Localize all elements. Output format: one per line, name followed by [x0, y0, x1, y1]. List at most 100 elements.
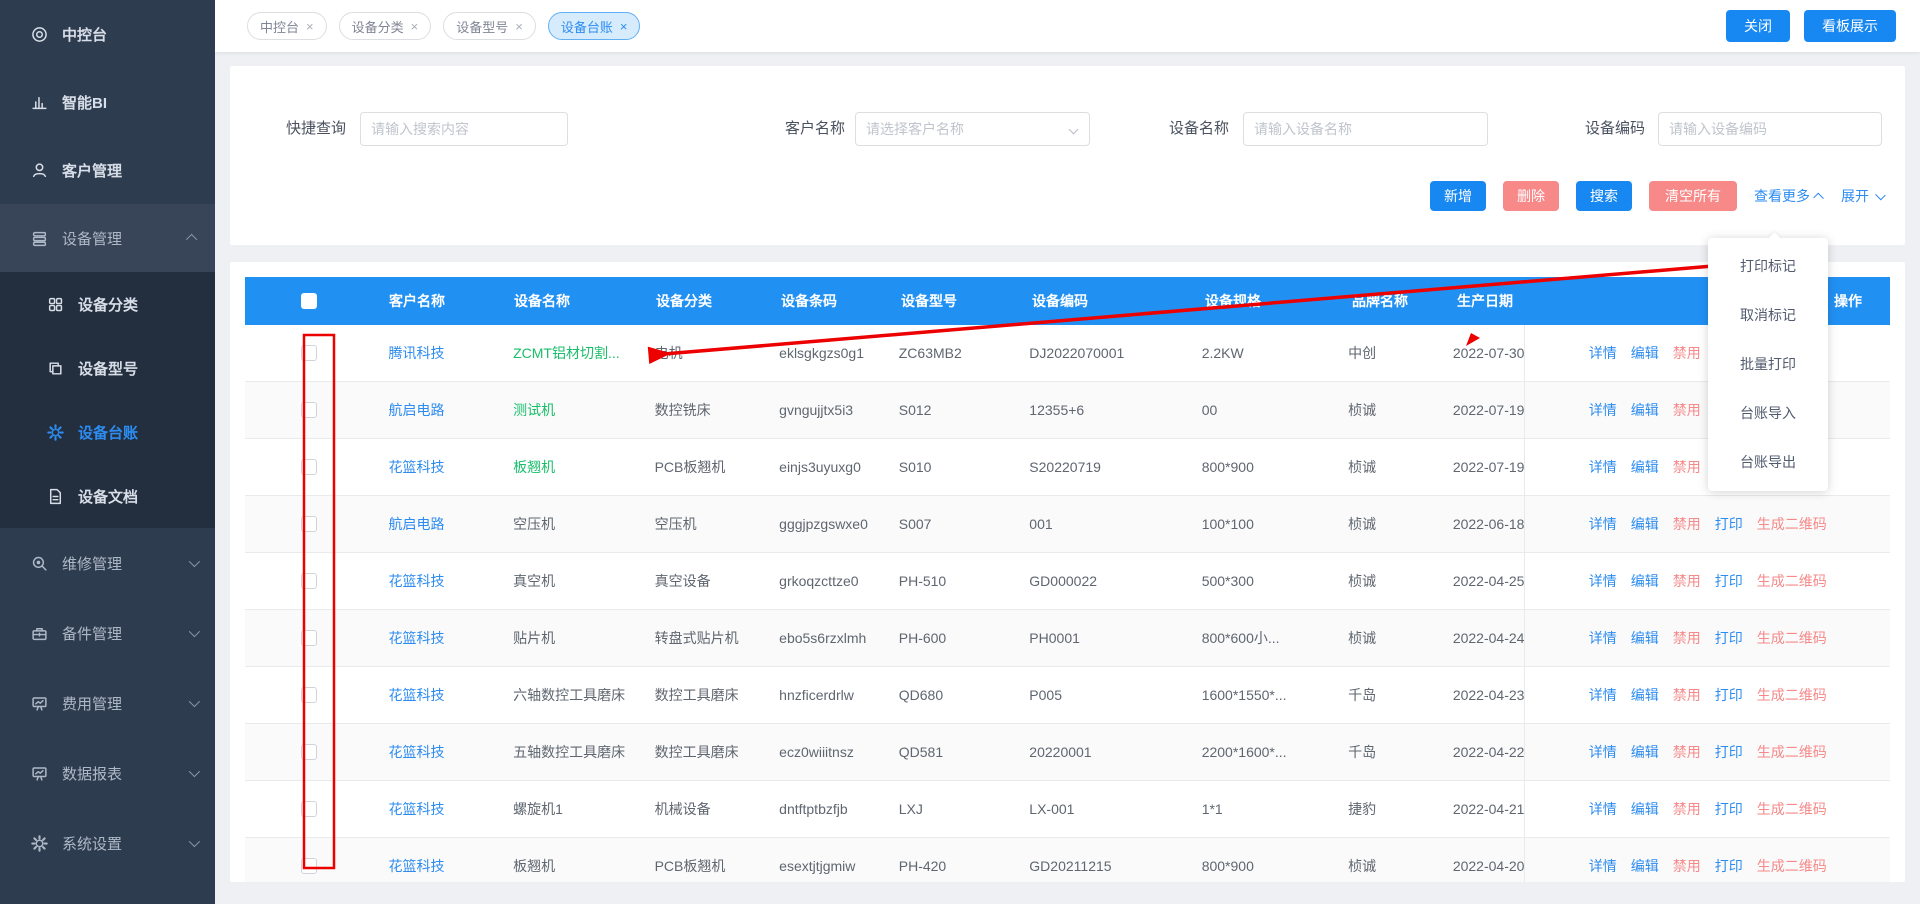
- row-action-禁用[interactable]: 禁用: [1673, 799, 1701, 819]
- customer-name-select[interactable]: 请选择客户名称: [855, 112, 1090, 146]
- row-action-打印[interactable]: 打印: [1715, 685, 1743, 705]
- device-name-input[interactable]: [1243, 112, 1488, 146]
- delete-button[interactable]: 删除: [1503, 181, 1559, 211]
- sidebar-item-repair[interactable]: 维修管理: [0, 528, 215, 598]
- row-action-编辑[interactable]: 编辑: [1631, 571, 1659, 591]
- tab-设备分类[interactable]: 设备分类×: [339, 12, 432, 40]
- expand-link[interactable]: 展开: [1841, 186, 1883, 206]
- dropdown-item-打印标记[interactable]: 打印标记: [1708, 242, 1828, 291]
- column-header[interactable]: 生产日期: [1441, 291, 1523, 311]
- customer-name-link[interactable]: 花篮科技: [389, 687, 445, 703]
- row-checkbox[interactable]: [301, 630, 317, 646]
- row-action-生成二维码[interactable]: 生成二维码: [1757, 856, 1827, 876]
- row-action-编辑[interactable]: 编辑: [1631, 856, 1659, 876]
- close-button[interactable]: 关闭: [1726, 10, 1790, 42]
- tab-设备型号[interactable]: 设备型号×: [443, 12, 536, 40]
- select-all-checkbox[interactable]: [301, 293, 317, 309]
- sidebar-subitem-document[interactable]: 设备文档: [0, 464, 215, 528]
- dropdown-item-台账导入[interactable]: 台账导入: [1708, 389, 1828, 438]
- search-button[interactable]: 搜索: [1576, 181, 1632, 211]
- tab-设备台账[interactable]: 设备台账×: [548, 12, 641, 40]
- sidebar-item-bi-chart[interactable]: 智能BI: [0, 68, 215, 136]
- close-icon[interactable]: ×: [306, 20, 314, 33]
- row-checkbox[interactable]: [301, 744, 317, 760]
- row-action-生成二维码[interactable]: 生成二维码: [1757, 628, 1827, 648]
- sidebar-subitem-grid[interactable]: 设备分类: [0, 272, 215, 336]
- quick-search-input[interactable]: [360, 112, 568, 146]
- row-action-生成二维码[interactable]: 生成二维码: [1757, 514, 1827, 534]
- close-icon[interactable]: ×: [411, 20, 419, 33]
- row-checkbox[interactable]: [301, 858, 317, 874]
- close-icon[interactable]: ×: [515, 20, 523, 33]
- row-checkbox[interactable]: [301, 402, 317, 418]
- row-action-打印[interactable]: 打印: [1715, 799, 1743, 819]
- customer-name-link[interactable]: 航启电路: [389, 516, 445, 532]
- customer-name-link[interactable]: 航启电路: [389, 402, 445, 418]
- row-action-编辑[interactable]: 编辑: [1631, 514, 1659, 534]
- customer-name-link[interactable]: 花篮科技: [389, 801, 445, 817]
- row-action-生成二维码[interactable]: 生成二维码: [1757, 799, 1827, 819]
- sidebar-item-console[interactable]: 中控台: [0, 0, 215, 68]
- sidebar-item-spare[interactable]: 备件管理: [0, 598, 215, 668]
- row-action-生成二维码[interactable]: 生成二维码: [1757, 685, 1827, 705]
- close-icon[interactable]: ×: [620, 20, 628, 33]
- sidebar-item-settings[interactable]: 系统设置: [0, 808, 215, 878]
- row-action-打印[interactable]: 打印: [1715, 628, 1743, 648]
- row-action-编辑[interactable]: 编辑: [1631, 343, 1659, 363]
- row-action-打印[interactable]: 打印: [1715, 571, 1743, 591]
- row-action-详情[interactable]: 详情: [1589, 343, 1617, 363]
- row-action-详情[interactable]: 详情: [1589, 457, 1617, 477]
- column-header[interactable]: 设备分类: [640, 291, 765, 311]
- sidebar-subitem-gear[interactable]: 设备台账: [0, 400, 215, 464]
- row-checkbox[interactable]: [301, 345, 317, 361]
- column-header[interactable]: 客户名称: [373, 291, 498, 311]
- row-action-编辑[interactable]: 编辑: [1631, 799, 1659, 819]
- row-action-禁用[interactable]: 禁用: [1673, 514, 1701, 534]
- row-action-禁用[interactable]: 禁用: [1673, 628, 1701, 648]
- sidebar-item-device[interactable]: 设备管理: [0, 204, 215, 272]
- column-header[interactable]: 设备名称: [498, 291, 640, 311]
- device-code-input[interactable]: [1658, 112, 1882, 146]
- row-action-禁用[interactable]: 禁用: [1673, 400, 1701, 420]
- row-action-禁用[interactable]: 禁用: [1673, 742, 1701, 762]
- row-action-生成二维码[interactable]: 生成二维码: [1757, 571, 1827, 591]
- row-action-禁用[interactable]: 禁用: [1673, 571, 1701, 591]
- row-checkbox[interactable]: [301, 687, 317, 703]
- customer-name-link[interactable]: 花篮科技: [389, 459, 445, 475]
- customer-name-link[interactable]: 花篮科技: [389, 858, 445, 874]
- customer-name-link[interactable]: 花篮科技: [389, 744, 445, 760]
- row-action-详情[interactable]: 详情: [1589, 571, 1617, 591]
- column-header[interactable]: 品牌名称: [1336, 291, 1441, 311]
- row-checkbox[interactable]: [301, 516, 317, 532]
- row-action-打印[interactable]: 打印: [1715, 514, 1743, 534]
- row-action-生成二维码[interactable]: 生成二维码: [1757, 742, 1827, 762]
- column-header[interactable]: 设备编码: [1016, 291, 1189, 311]
- row-action-编辑[interactable]: 编辑: [1631, 457, 1659, 477]
- dropdown-item-台账导出[interactable]: 台账导出: [1708, 438, 1828, 487]
- row-action-禁用[interactable]: 禁用: [1673, 856, 1701, 876]
- row-action-详情[interactable]: 详情: [1589, 685, 1617, 705]
- column-header[interactable]: 设备规格: [1189, 291, 1336, 311]
- row-checkbox[interactable]: [301, 801, 317, 817]
- row-action-编辑[interactable]: 编辑: [1631, 628, 1659, 648]
- view-more-link[interactable]: 查看更多: [1754, 186, 1824, 206]
- row-action-禁用[interactable]: 禁用: [1673, 457, 1701, 477]
- row-action-禁用[interactable]: 禁用: [1673, 685, 1701, 705]
- row-action-编辑[interactable]: 编辑: [1631, 685, 1659, 705]
- clear-all-button[interactable]: 清空所有: [1649, 181, 1737, 211]
- column-header[interactable]: 设备条码: [765, 291, 885, 311]
- row-checkbox[interactable]: [301, 573, 317, 589]
- row-action-详情[interactable]: 详情: [1589, 742, 1617, 762]
- customer-name-link[interactable]: 花篮科技: [389, 630, 445, 646]
- column-header[interactable]: 设备型号: [885, 291, 1016, 311]
- row-action-详情[interactable]: 详情: [1589, 799, 1617, 819]
- sidebar-item-cost-board[interactable]: 费用管理: [0, 668, 215, 738]
- add-button[interactable]: 新增: [1430, 181, 1486, 211]
- dropdown-item-批量打印[interactable]: 批量打印: [1708, 340, 1828, 389]
- row-action-禁用[interactable]: 禁用: [1673, 343, 1701, 363]
- row-action-编辑[interactable]: 编辑: [1631, 400, 1659, 420]
- row-action-打印[interactable]: 打印: [1715, 742, 1743, 762]
- customer-name-link[interactable]: 花篮科技: [389, 573, 445, 589]
- row-action-详情[interactable]: 详情: [1589, 400, 1617, 420]
- sidebar-item-customer[interactable]: 客户管理: [0, 136, 215, 204]
